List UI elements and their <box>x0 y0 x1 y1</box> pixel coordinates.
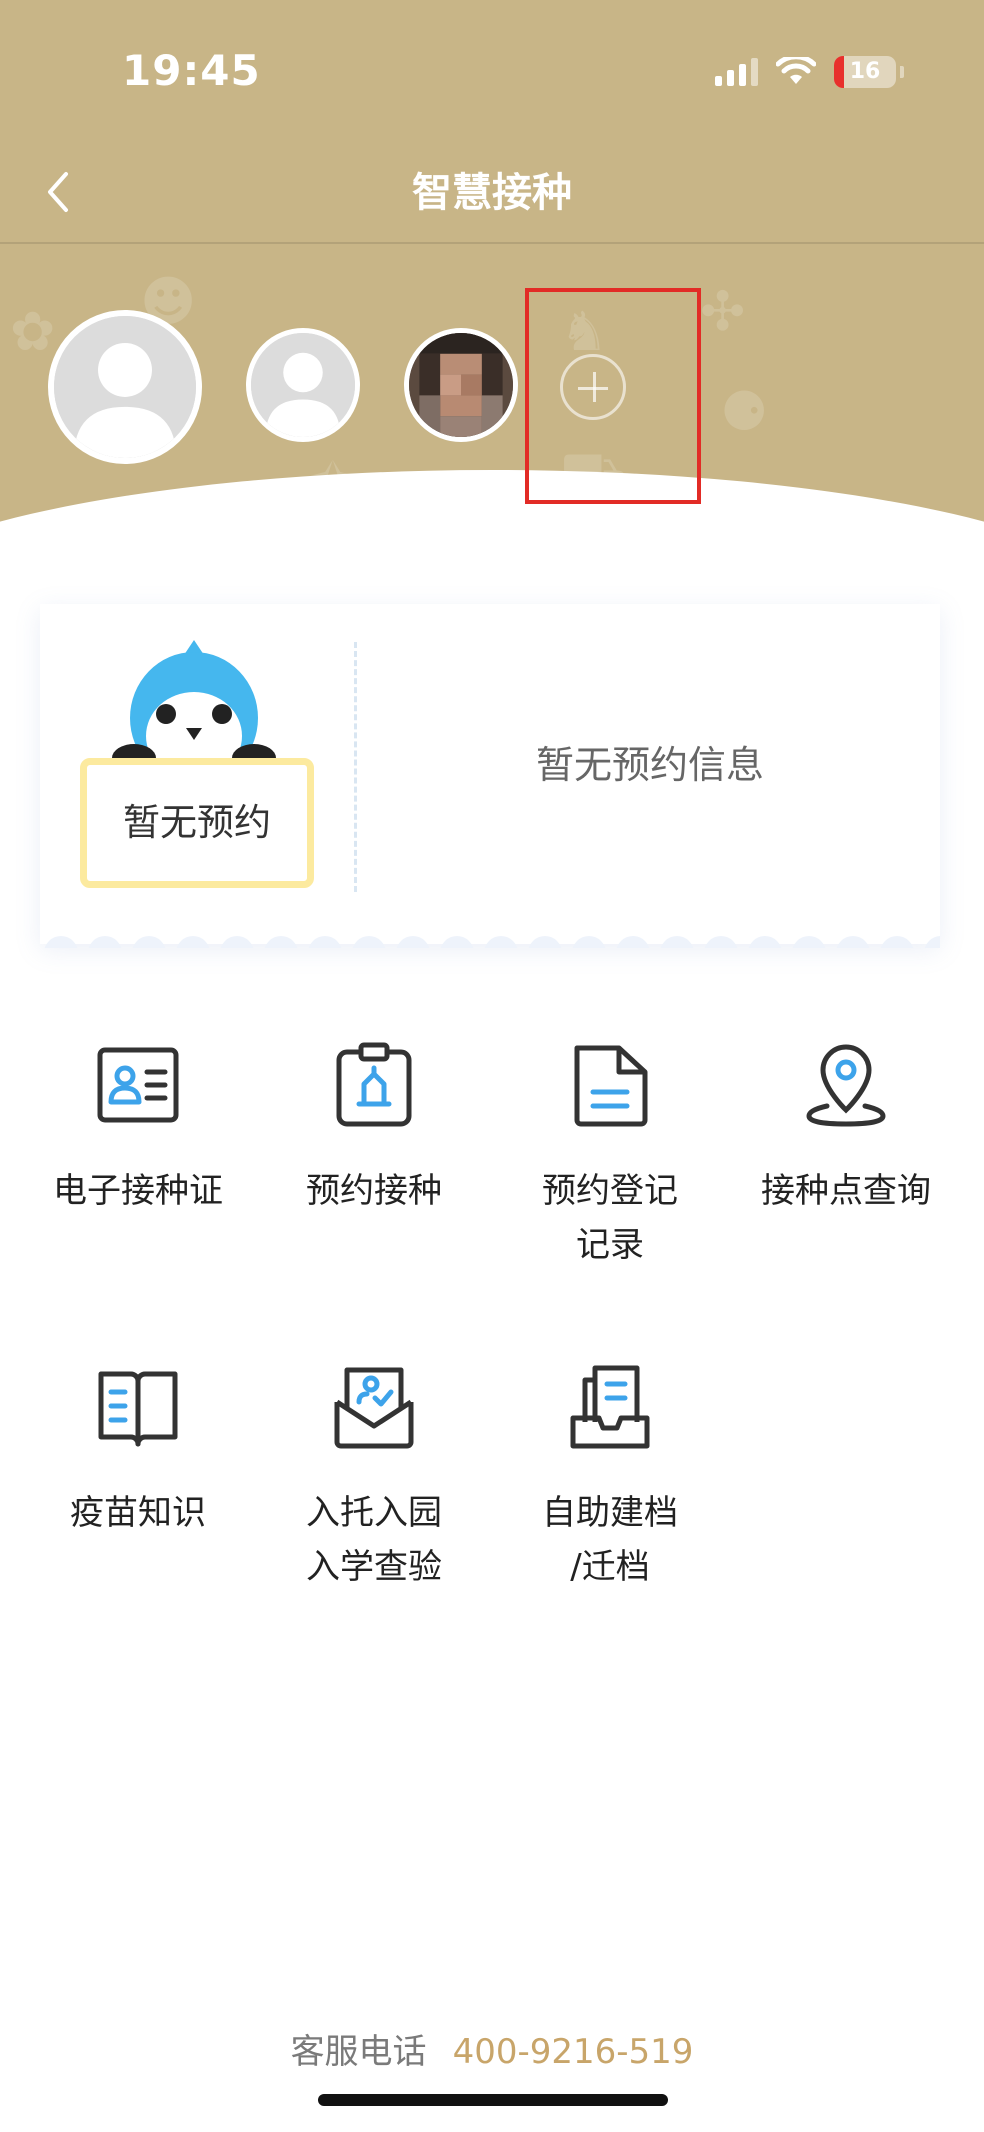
scallop <box>748 936 782 948</box>
no-appointment-info: 暂无预约信息 <box>535 743 764 787</box>
location-pin-icon <box>567 514 599 554</box>
battery-cap <box>900 66 904 78</box>
clipboard-syringe-icon <box>336 1042 412 1127</box>
wifi-icon <box>776 57 816 84</box>
scallop <box>132 936 166 948</box>
pinwheel-decoration-icon: ✣ <box>700 280 746 343</box>
status-time: 19:45 <box>122 46 261 95</box>
status-bar: 19:45 16 <box>0 0 984 140</box>
scallop <box>616 936 650 948</box>
appointment-card[interactable]: 暂无预约 暂无预约信息 <box>40 604 940 944</box>
service-label: 接种点查询 <box>761 1171 931 1211</box>
card-divider <box>354 642 357 892</box>
home-indicator[interactable] <box>318 2094 668 2106</box>
pixelated-photo-icon <box>409 333 513 437</box>
default-avatar-icon <box>54 316 196 458</box>
file-tray-icon <box>570 1365 650 1449</box>
highlight-box <box>525 288 701 504</box>
book-icon <box>98 1371 178 1447</box>
scallop <box>660 936 694 948</box>
default-avatar-icon <box>251 333 355 437</box>
service-label: 电子接种证 <box>53 1171 223 1211</box>
scallop <box>572 936 606 948</box>
card-scalloped-edge <box>40 930 940 948</box>
status-icons: 16 <box>715 56 904 88</box>
stroller-decoration-icon: ⚈ <box>720 380 769 443</box>
scallop <box>352 936 386 948</box>
page-title: 智慧接种 <box>412 170 572 216</box>
customer-service-label: 客服电话 <box>290 2032 427 2072</box>
service-label: 预约登记 记录 <box>542 1171 678 1265</box>
location-text[interactable]: 上海市长宁区虹桥街... <box>616 514 935 560</box>
service-label: 入托入园 入学查验 <box>306 1493 442 1587</box>
service-clinic-search[interactable]: 接种点查询 <box>728 1040 964 1218</box>
cellular-signal-icon <box>715 58 758 86</box>
service-e-vaccination-card[interactable]: 电子接种证 <box>20 1040 256 1218</box>
service-booking-records[interactable]: 预约登记 记录 <box>492 1040 728 1272</box>
customer-service-phone[interactable]: 400-9216-519 <box>453 2032 694 2072</box>
lollipop-decoration-icon: ✿ <box>10 300 56 363</box>
scallop <box>792 936 826 948</box>
customer-service: 客服电话 400-9216-519 <box>0 2024 984 2073</box>
scallop <box>88 936 122 948</box>
service-school-entry-check[interactable]: 入托入园 入学查验 <box>256 1362 492 1594</box>
battery-icon: 16 <box>834 56 896 88</box>
service-label: 疫苗知识 <box>70 1493 206 1533</box>
child-avatar-2[interactable] <box>246 328 360 442</box>
scallop <box>44 936 78 948</box>
scallop <box>220 936 254 948</box>
scallop <box>836 936 870 948</box>
edit-icon[interactable] <box>384 512 426 554</box>
service-label: 预约接种 <box>306 1171 442 1211</box>
nav-bar: 智慧接种 <box>0 140 984 244</box>
scallop <box>264 936 298 948</box>
scallop <box>924 936 940 948</box>
service-vaccine-knowledge[interactable]: 疫苗知识 <box>20 1362 256 1540</box>
scallop <box>704 936 738 948</box>
scallop <box>528 936 562 948</box>
scallop <box>176 936 210 948</box>
map-pin-icon <box>806 1044 886 1127</box>
scallop <box>396 936 430 948</box>
id-card-icon <box>97 1047 179 1123</box>
child-age: 34岁10个月 <box>170 520 348 558</box>
child-avatar-photo[interactable] <box>404 328 518 442</box>
service-label: 自助建档 /迁档 <box>542 1493 678 1587</box>
scallop <box>880 936 914 948</box>
child-avatar-selected[interactable] <box>48 310 202 464</box>
service-book-vaccination[interactable]: 预约接种 <box>256 1040 492 1218</box>
document-icon <box>574 1045 648 1127</box>
scallop <box>484 936 518 948</box>
service-self-registration[interactable]: 自助建档 /迁档 <box>492 1362 728 1594</box>
battery-level: 16 <box>849 59 881 84</box>
no-appointment-badge: 暂无预约 <box>80 758 314 888</box>
mail-check-icon <box>334 1367 414 1449</box>
scallop <box>308 936 342 948</box>
no-appointment-label: 暂无预约 <box>123 801 271 844</box>
scallop <box>440 936 474 948</box>
child-name: *佳 <box>78 519 136 563</box>
